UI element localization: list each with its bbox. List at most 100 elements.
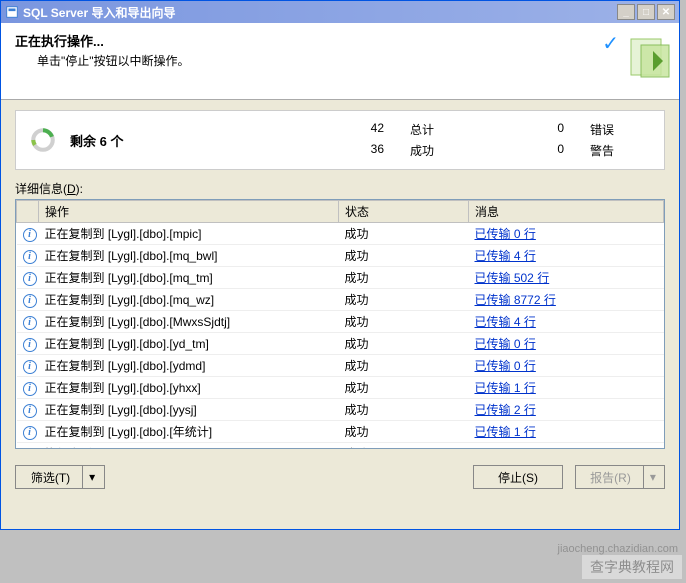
row-icon-cell: i <box>17 223 39 245</box>
window-controls: _ □ ✕ <box>617 4 675 20</box>
table-row[interactable]: i正在复制到 [Lygl].[dbo].[yysj]成功已传输 2 行 <box>17 399 664 421</box>
col-icon-header[interactable] <box>17 201 39 223</box>
errors-count: 0 <box>490 121 570 138</box>
watermark-text: 查字典教程网 <box>582 555 682 579</box>
row-status: 成功 <box>339 443 469 450</box>
watermark-url: jiaocheng.chazidian.com <box>558 543 678 555</box>
message-link[interactable]: 已传输 1 行 <box>475 425 536 439</box>
total-label: 总计 <box>410 121 470 138</box>
errors-label: 错误 <box>590 121 650 138</box>
row-operation: 正在复制到 [Lygl].[dbo].[mq_wz] <box>39 289 339 311</box>
row-message: 已传输 4 行 <box>469 311 664 333</box>
info-icon: i <box>23 228 37 242</box>
maximize-button[interactable]: □ <box>637 4 655 20</box>
message-link[interactable]: 已传输 4 行 <box>475 315 536 329</box>
info-icon: i <box>23 404 37 418</box>
message-link[interactable]: 已传输 0 行 <box>475 359 536 373</box>
row-status: 成功 <box>339 377 469 399</box>
remaining-label: 剩余 6 个 <box>70 131 330 150</box>
col-message-header[interactable]: 消息 <box>469 201 664 223</box>
titlebar[interactable]: SQL Server 导入和导出向导 _ □ ✕ <box>1 1 679 23</box>
table-row[interactable]: i正在复制到 [Lygl].[dbo].[mq_tm]成功已传输 502 行 <box>17 267 664 289</box>
success-icon: ✓ <box>23 448 37 450</box>
report-button[interactable]: 报告(R) ▾ <box>575 465 665 489</box>
wizard-graphic-icon <box>623 31 673 81</box>
message-link[interactable]: 已传输 2 行 <box>475 403 536 417</box>
row-icon-cell: i <box>17 421 39 443</box>
info-icon: i <box>23 382 37 396</box>
row-operation: 正在复制到 [Lygl].[dbo].[ydmd] <box>39 355 339 377</box>
minimize-button[interactable]: _ <box>617 4 635 20</box>
info-icon: i <box>23 360 37 374</box>
row-icon-cell: ✓ <box>17 443 39 450</box>
table-row[interactable]: ✓执行之后成功 <box>17 443 664 450</box>
chevron-down-icon: ▾ <box>644 470 662 484</box>
header-panel: 正在执行操作... 单击"停止"按钮以中断操作。 ✓ <box>1 23 679 100</box>
table-row[interactable]: i正在复制到 [Lygl].[dbo].[年统计]成功已传输 1 行 <box>17 421 664 443</box>
table-row[interactable]: i正在复制到 [Lygl].[dbo].[yhxx]成功已传输 1 行 <box>17 377 664 399</box>
row-icon-cell: i <box>17 267 39 289</box>
page-title: 正在执行操作... <box>15 31 665 50</box>
row-message: 已传输 2 行 <box>469 399 664 421</box>
warnings-label: 警告 <box>590 142 650 159</box>
row-operation: 正在复制到 [Lygl].[dbo].[yd_tm] <box>39 333 339 355</box>
row-message <box>469 443 664 450</box>
info-icon: i <box>23 316 37 330</box>
row-icon-cell: i <box>17 333 39 355</box>
summary-stats: 42 总计 0 错误 36 成功 0 警告 <box>330 121 650 159</box>
row-operation: 正在复制到 [Lygl].[dbo].[年统计] <box>39 421 339 443</box>
row-icon-cell: i <box>17 311 39 333</box>
row-icon-cell: i <box>17 377 39 399</box>
info-icon: i <box>23 426 37 440</box>
close-button[interactable]: ✕ <box>657 4 675 20</box>
info-icon: i <box>23 250 37 264</box>
total-count: 42 <box>330 121 390 138</box>
message-link[interactable]: 已传输 0 行 <box>475 337 536 351</box>
info-icon: i <box>23 294 37 308</box>
row-operation: 正在复制到 [Lygl].[dbo].[yhxx] <box>39 377 339 399</box>
table-row[interactable]: i正在复制到 [Lygl].[dbo].[mq_wz]成功已传输 8772 行 <box>17 289 664 311</box>
wizard-window: SQL Server 导入和导出向导 _ □ ✕ 正在执行操作... 单击"停止… <box>0 0 680 530</box>
col-operation-header[interactable]: 操作 <box>39 201 339 223</box>
row-message: 已传输 0 行 <box>469 355 664 377</box>
row-status: 成功 <box>339 311 469 333</box>
table-row[interactable]: i正在复制到 [Lygl].[dbo].[yd_tm]成功已传输 0 行 <box>17 333 664 355</box>
message-link[interactable]: 已传输 8772 行 <box>475 293 556 307</box>
table-row[interactable]: i正在复制到 [Lygl].[dbo].[mq_bwl]成功已传输 4 行 <box>17 245 664 267</box>
table-row[interactable]: i正在复制到 [Lygl].[dbo].[ydmd]成功已传输 0 行 <box>17 355 664 377</box>
row-status: 成功 <box>339 333 469 355</box>
row-operation: 正在复制到 [Lygl].[dbo].[yysj] <box>39 399 339 421</box>
row-status: 成功 <box>339 421 469 443</box>
message-link[interactable]: 已传输 1 行 <box>475 381 536 395</box>
message-link[interactable]: 已传输 0 行 <box>475 227 536 241</box>
details-table: 操作 状态 消息 i正在复制到 [Lygl].[dbo].[mpic]成功已传输… <box>16 200 664 449</box>
col-status-header[interactable]: 状态 <box>339 201 469 223</box>
row-status: 成功 <box>339 355 469 377</box>
row-message: 已传输 1 行 <box>469 377 664 399</box>
table-row[interactable]: i正在复制到 [Lygl].[dbo].[MwxsSjdtj]成功已传输 4 行 <box>17 311 664 333</box>
filter-button-label: 筛选(T) <box>19 466 83 488</box>
success-count: 36 <box>330 142 390 159</box>
warnings-count: 0 <box>490 142 570 159</box>
row-icon-cell: i <box>17 289 39 311</box>
chevron-down-icon: ▾ <box>83 470 101 484</box>
table-row[interactable]: i正在复制到 [Lygl].[dbo].[mpic]成功已传输 0 行 <box>17 223 664 245</box>
message-link[interactable]: 已传输 4 行 <box>475 249 536 263</box>
report-button-label: 报告(R) <box>578 466 644 488</box>
check-icon: ✓ <box>602 31 619 56</box>
row-operation: 正在复制到 [Lygl].[dbo].[mpic] <box>39 223 339 245</box>
row-status: 成功 <box>339 289 469 311</box>
progress-spinner-icon <box>30 126 56 154</box>
details-label: 详细信息(D): <box>15 180 665 197</box>
row-icon-cell: i <box>17 245 39 267</box>
button-row: 筛选(T) ▾ 停止(S) 报告(R) ▾ <box>15 465 665 489</box>
row-operation: 正在复制到 [Lygl].[dbo].[mq_tm] <box>39 267 339 289</box>
details-table-container[interactable]: 操作 状态 消息 i正在复制到 [Lygl].[dbo].[mpic]成功已传输… <box>15 199 665 449</box>
row-operation: 正在复制到 [Lygl].[dbo].[MwxsSjdtj] <box>39 311 339 333</box>
row-status: 成功 <box>339 245 469 267</box>
row-status: 成功 <box>339 223 469 245</box>
info-icon: i <box>23 338 37 352</box>
filter-button[interactable]: 筛选(T) ▾ <box>15 465 105 489</box>
message-link[interactable]: 已传输 502 行 <box>475 271 550 285</box>
stop-button[interactable]: 停止(S) <box>473 465 563 489</box>
